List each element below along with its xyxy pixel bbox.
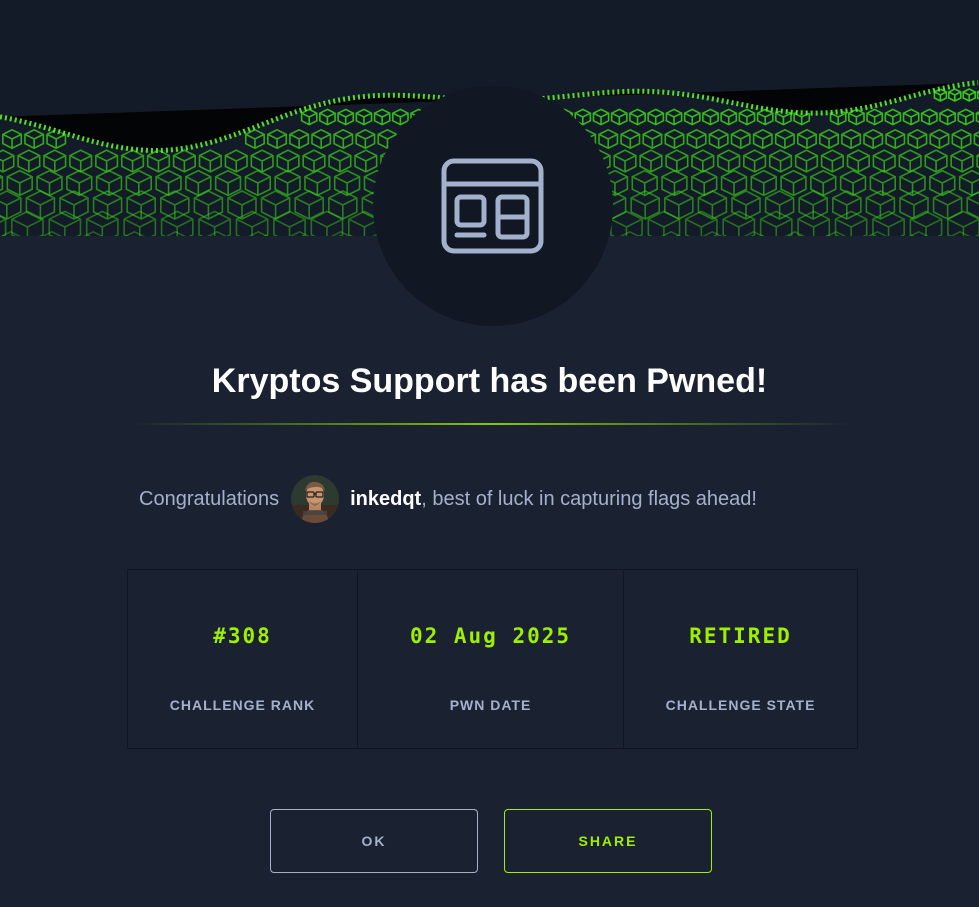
web-window-icon xyxy=(441,158,544,254)
challenge-state-label: CHALLENGE STATE xyxy=(665,697,816,713)
username-link[interactable]: inkedqt xyxy=(350,488,421,511)
challenge-icon-circle xyxy=(373,86,613,326)
congrats-message: Congratulations inkedqt , best of luck i… xyxy=(139,474,757,524)
stats-panel: #308 CHALLENGE RANK 02 Aug 2025 PWN DATE… xyxy=(127,569,858,749)
challenge-state-value: RETIRED xyxy=(689,624,792,648)
stat-challenge-rank: #308 CHALLENGE RANK xyxy=(128,570,358,748)
pwn-date-value: 02 Aug 2025 xyxy=(409,624,572,648)
ok-button[interactable]: OK xyxy=(270,809,478,873)
pwned-modal: Kryptos Support has been Pwned! Congratu… xyxy=(0,0,979,907)
stat-pwn-date: 02 Aug 2025 PWN DATE xyxy=(358,570,624,748)
congrats-prefix: Congratulations xyxy=(139,487,280,510)
share-button[interactable]: SHARE xyxy=(504,809,712,873)
pwn-date-label: PWN DATE xyxy=(449,697,532,713)
congrats-suffix: , best of luck in capturing flags ahead! xyxy=(421,487,757,510)
challenge-rank-value: #308 xyxy=(213,624,272,648)
title-divider xyxy=(135,423,850,425)
page-title: Kryptos Support has been Pwned! xyxy=(211,362,768,400)
challenge-rank-label: CHALLENGE RANK xyxy=(169,697,316,713)
user-avatar-image xyxy=(291,475,340,523)
avatar[interactable] xyxy=(291,475,340,523)
stat-challenge-state: RETIRED CHALLENGE STATE xyxy=(624,570,857,748)
